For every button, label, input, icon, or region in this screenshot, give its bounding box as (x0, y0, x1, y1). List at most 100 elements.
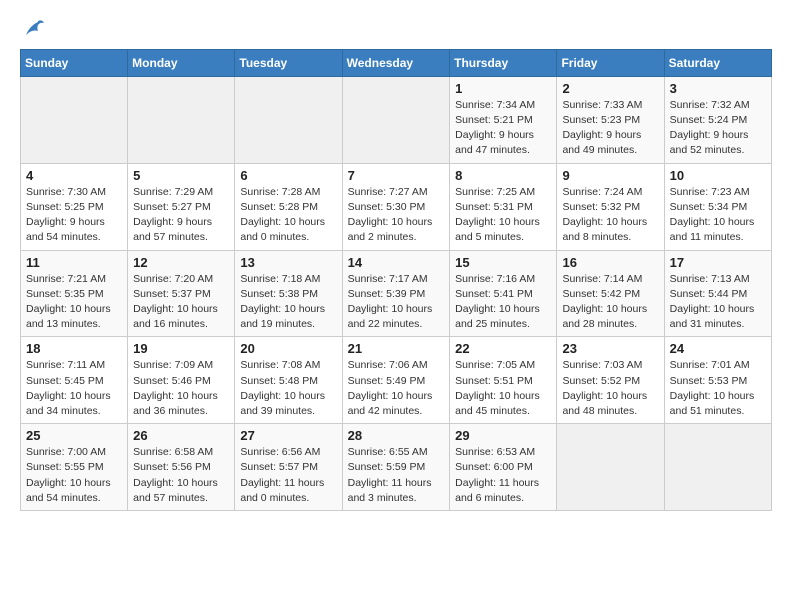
day-number: 13 (240, 255, 336, 270)
weekday-header-row: SundayMondayTuesdayWednesdayThursdayFrid… (21, 49, 772, 76)
day-info: Sunrise: 6:56 AM Sunset: 5:57 PM Dayligh… (240, 445, 336, 506)
day-number: 16 (562, 255, 658, 270)
calendar-cell: 3 Sunrise: 7:32 AM Sunset: 5:24 PM Daylig… (664, 76, 771, 163)
calendar-cell: 19 Sunrise: 7:09 AM Sunset: 5:46 PM Dayli… (128, 337, 235, 424)
day-info: Sunrise: 7:09 AM Sunset: 5:46 PM Dayligh… (133, 358, 229, 419)
calendar-week-5: 25 Sunrise: 7:00 AM Sunset: 5:55 PM Dayli… (21, 424, 772, 511)
day-info: Sunrise: 7:21 AM Sunset: 5:35 PM Dayligh… (26, 272, 122, 333)
day-number: 19 (133, 341, 229, 356)
day-info: Sunrise: 7:00 AM Sunset: 5:55 PM Dayligh… (26, 445, 122, 506)
calendar-cell (128, 76, 235, 163)
logo (20, 16, 48, 39)
day-info: Sunrise: 7:33 AM Sunset: 5:23 PM Dayligh… (562, 98, 658, 159)
calendar-cell: 6 Sunrise: 7:28 AM Sunset: 5:28 PM Daylig… (235, 163, 342, 250)
calendar-cell (664, 424, 771, 511)
day-number: 10 (670, 168, 766, 183)
weekday-header-thursday: Thursday (450, 49, 557, 76)
day-info: Sunrise: 7:32 AM Sunset: 5:24 PM Dayligh… (670, 98, 766, 159)
calendar-cell (235, 76, 342, 163)
day-number: 8 (455, 168, 551, 183)
calendar-cell: 12 Sunrise: 7:20 AM Sunset: 5:37 PM Dayli… (128, 250, 235, 337)
day-info: Sunrise: 7:24 AM Sunset: 5:32 PM Dayligh… (562, 185, 658, 246)
weekday-header-monday: Monday (128, 49, 235, 76)
calendar-cell: 18Sunrise: 7:11 AM Sunset: 5:45 PM Dayli… (21, 337, 128, 424)
calendar-cell: 21 Sunrise: 7:06 AM Sunset: 5:49 PM Dayli… (342, 337, 450, 424)
day-info: Sunrise: 6:53 AM Sunset: 6:00 PM Dayligh… (455, 445, 551, 506)
day-info: Sunrise: 7:05 AM Sunset: 5:51 PM Dayligh… (455, 358, 551, 419)
calendar-cell (21, 76, 128, 163)
calendar-cell: 15 Sunrise: 7:16 AM Sunset: 5:41 PM Dayli… (450, 250, 557, 337)
day-number: 27 (240, 428, 336, 443)
day-number: 23 (562, 341, 658, 356)
day-number: 28 (348, 428, 445, 443)
calendar-cell: 17Sunrise: 7:13 AM Sunset: 5:44 PM Dayli… (664, 250, 771, 337)
day-info: Sunrise: 7:08 AM Sunset: 5:48 PM Dayligh… (240, 358, 336, 419)
day-number: 11 (26, 255, 122, 270)
day-info: Sunrise: 7:27 AM Sunset: 5:30 PM Dayligh… (348, 185, 445, 246)
day-number: 4 (26, 168, 122, 183)
day-number: 25 (26, 428, 122, 443)
calendar-week-2: 4 Sunrise: 7:30 AM Sunset: 5:25 PM Daylig… (21, 163, 772, 250)
day-info: Sunrise: 7:25 AM Sunset: 5:31 PM Dayligh… (455, 185, 551, 246)
day-number: 9 (562, 168, 658, 183)
day-number: 26 (133, 428, 229, 443)
calendar-cell: 27 Sunrise: 6:56 AM Sunset: 5:57 PM Dayli… (235, 424, 342, 511)
calendar-cell: 8 Sunrise: 7:25 AM Sunset: 5:31 PM Daylig… (450, 163, 557, 250)
calendar-cell: 5 Sunrise: 7:29 AM Sunset: 5:27 PM Daylig… (128, 163, 235, 250)
day-info: Sunrise: 6:58 AM Sunset: 5:56 PM Dayligh… (133, 445, 229, 506)
weekday-header-wednesday: Wednesday (342, 49, 450, 76)
day-info: Sunrise: 7:03 AM Sunset: 5:52 PM Dayligh… (562, 358, 658, 419)
calendar-cell: 7 Sunrise: 7:27 AM Sunset: 5:30 PM Daylig… (342, 163, 450, 250)
day-number: 15 (455, 255, 551, 270)
day-number: 2 (562, 81, 658, 96)
day-number: 21 (348, 341, 445, 356)
calendar-cell (342, 76, 450, 163)
day-info: Sunrise: 7:34 AM Sunset: 5:21 PM Dayligh… (455, 98, 551, 159)
calendar-cell: 29 Sunrise: 6:53 AM Sunset: 6:00 PM Dayli… (450, 424, 557, 511)
day-info: Sunrise: 7:20 AM Sunset: 5:37 PM Dayligh… (133, 272, 229, 333)
logo-bird-icon (22, 17, 44, 39)
day-info: Sunrise: 7:29 AM Sunset: 5:27 PM Dayligh… (133, 185, 229, 246)
calendar-cell: 13Sunrise: 7:18 AM Sunset: 5:38 PM Dayli… (235, 250, 342, 337)
calendar-cell: 20 Sunrise: 7:08 AM Sunset: 5:48 PM Dayli… (235, 337, 342, 424)
day-info: Sunrise: 7:14 AM Sunset: 5:42 PM Dayligh… (562, 272, 658, 333)
day-number: 20 (240, 341, 336, 356)
calendar-week-1: 1 Sunrise: 7:34 AM Sunset: 5:21 PM Daylig… (21, 76, 772, 163)
calendar-cell: 23 Sunrise: 7:03 AM Sunset: 5:52 PM Dayli… (557, 337, 664, 424)
calendar-cell: 24Sunrise: 7:01 AM Sunset: 5:53 PM Dayli… (664, 337, 771, 424)
calendar-cell: 4 Sunrise: 7:30 AM Sunset: 5:25 PM Daylig… (21, 163, 128, 250)
day-number: 3 (670, 81, 766, 96)
day-number: 7 (348, 168, 445, 183)
day-info: Sunrise: 7:23 AM Sunset: 5:34 PM Dayligh… (670, 185, 766, 246)
calendar-cell: 11 Sunrise: 7:21 AM Sunset: 5:35 PM Dayli… (21, 250, 128, 337)
calendar-cell: 25 Sunrise: 7:00 AM Sunset: 5:55 PM Dayli… (21, 424, 128, 511)
day-info: Sunrise: 7:16 AM Sunset: 5:41 PM Dayligh… (455, 272, 551, 333)
calendar-table: SundayMondayTuesdayWednesdayThursdayFrid… (20, 49, 772, 511)
day-info: Sunrise: 7:06 AM Sunset: 5:49 PM Dayligh… (348, 358, 445, 419)
calendar-cell: 9 Sunrise: 7:24 AM Sunset: 5:32 PM Daylig… (557, 163, 664, 250)
calendar-cell (557, 424, 664, 511)
day-number: 14 (348, 255, 445, 270)
day-info: Sunrise: 7:28 AM Sunset: 5:28 PM Dayligh… (240, 185, 336, 246)
calendar-cell: 16 Sunrise: 7:14 AM Sunset: 5:42 PM Dayli… (557, 250, 664, 337)
day-info: Sunrise: 7:30 AM Sunset: 5:25 PM Dayligh… (26, 185, 122, 246)
page-header (20, 16, 772, 39)
day-number: 29 (455, 428, 551, 443)
day-number: 12 (133, 255, 229, 270)
day-number: 6 (240, 168, 336, 183)
weekday-header-tuesday: Tuesday (235, 49, 342, 76)
calendar-cell: 14 Sunrise: 7:17 AM Sunset: 5:39 PM Dayli… (342, 250, 450, 337)
day-info: Sunrise: 7:13 AM Sunset: 5:44 PM Dayligh… (670, 272, 766, 333)
day-number: 1 (455, 81, 551, 96)
calendar-week-4: 18Sunrise: 7:11 AM Sunset: 5:45 PM Dayli… (21, 337, 772, 424)
weekday-header-friday: Friday (557, 49, 664, 76)
day-info: Sunrise: 7:11 AM Sunset: 5:45 PM Dayligh… (26, 358, 122, 419)
calendar-cell: 1 Sunrise: 7:34 AM Sunset: 5:21 PM Daylig… (450, 76, 557, 163)
calendar-cell: 26 Sunrise: 6:58 AM Sunset: 5:56 PM Dayli… (128, 424, 235, 511)
calendar-cell: 10 Sunrise: 7:23 AM Sunset: 5:34 PM Dayli… (664, 163, 771, 250)
day-info: Sunrise: 7:17 AM Sunset: 5:39 PM Dayligh… (348, 272, 445, 333)
calendar-cell: 28Sunrise: 6:55 AM Sunset: 5:59 PM Dayli… (342, 424, 450, 511)
day-number: 22 (455, 341, 551, 356)
day-number: 5 (133, 168, 229, 183)
weekday-header-sunday: Sunday (21, 49, 128, 76)
